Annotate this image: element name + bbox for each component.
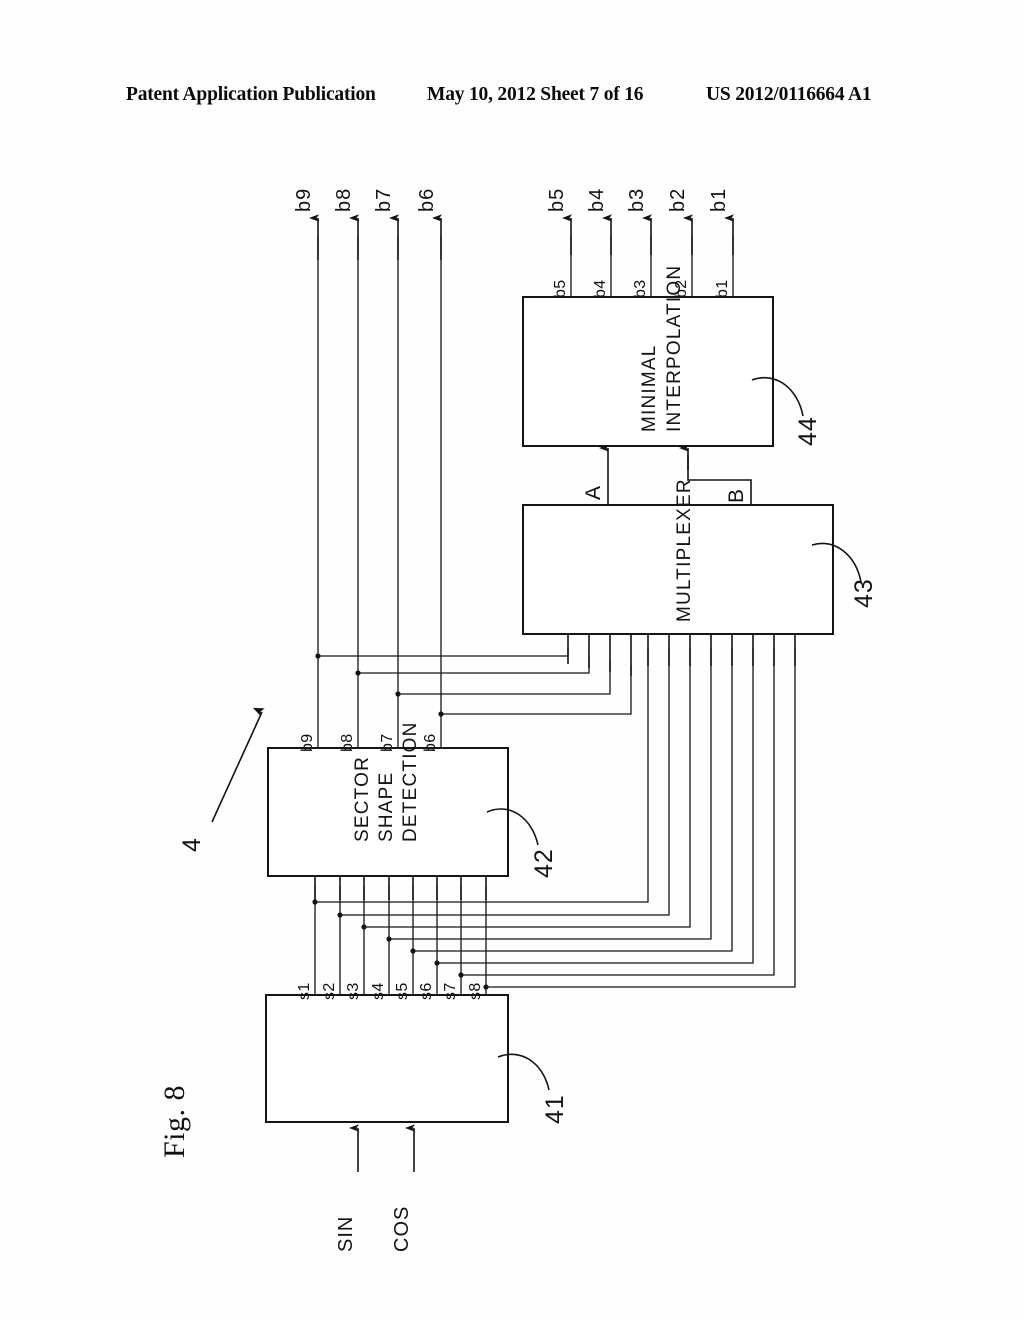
junction-s7 xyxy=(458,972,464,978)
block-43-ref: 43 xyxy=(850,578,878,608)
route-b9-to-mux xyxy=(318,648,569,657)
junction-s5 xyxy=(410,948,416,954)
junction-s3 xyxy=(361,924,367,930)
label-b4-lower: b4 xyxy=(592,279,609,298)
label-b7-lower: b7 xyxy=(379,733,396,752)
block-44-ref: 44 xyxy=(794,416,822,446)
system-ref-group: 4 xyxy=(178,707,265,852)
sin-input-label: SIN xyxy=(335,1216,357,1252)
block-42-title-line-1: SECTOR xyxy=(352,756,373,842)
label-s5: s5 xyxy=(394,982,411,1000)
sector-to-mux-routing xyxy=(315,626,632,717)
system-ref-number: 4 xyxy=(178,837,206,852)
junction-b6 xyxy=(438,711,444,717)
junction-b8 xyxy=(355,670,361,676)
label-b5-top: b5 xyxy=(546,188,568,212)
label-b8-lower: b8 xyxy=(339,733,356,752)
block-43-group[interactable]: MULTIPLEXER 43 xyxy=(522,478,878,635)
block-44-title-line-1: MINIMAL xyxy=(639,344,660,432)
block-41-rect[interactable] xyxy=(265,994,509,1123)
label-b2-lower: b2 xyxy=(673,279,690,298)
label-b9-top: b9 xyxy=(293,188,315,212)
label-b9-lower: b9 xyxy=(299,733,316,752)
label-s3: s3 xyxy=(345,982,362,1000)
label-b1-lower: b1 xyxy=(714,279,731,298)
system-ref-leader xyxy=(211,707,265,823)
block-42-ref: 42 xyxy=(530,848,558,878)
label-s2: s2 xyxy=(321,982,338,1000)
label-s4: s4 xyxy=(370,982,387,1000)
sensor-signal-bus: s1 s2 s3 s4 s5 s6 s7 s8 xyxy=(296,866,487,1000)
junction-s2 xyxy=(337,912,343,918)
cos-input-label: COS xyxy=(391,1206,413,1252)
route-b7-to-mux xyxy=(398,660,611,695)
junction-s8 xyxy=(483,984,489,990)
label-b5-lower: b5 xyxy=(552,279,569,298)
block-41-inputs: SIN COS xyxy=(335,1124,415,1252)
block-diagram: 41 SIN COS s1 s2 s3 s4 s5 s6 s7 s8 SECTO… xyxy=(178,188,878,1252)
junction-s6 xyxy=(434,960,440,966)
label-s7: s7 xyxy=(442,982,459,1000)
label-b3-lower: b3 xyxy=(632,279,649,298)
label-b8-top: b8 xyxy=(333,188,355,212)
route-b8-to-mux xyxy=(358,655,590,674)
label-b1-top: b1 xyxy=(708,188,730,212)
junction-s1 xyxy=(312,899,318,905)
interp-output-bus: b5 b5 b4 b4 b3 b3 b2 b2 b1 b1 xyxy=(546,188,734,298)
label-b6-lower: b6 xyxy=(422,733,439,752)
label-b2-top: b2 xyxy=(667,188,689,212)
label-s1: s1 xyxy=(296,982,313,1000)
label-B: B xyxy=(725,489,748,503)
label-b3-top: b3 xyxy=(626,188,648,212)
label-b7-top: b7 xyxy=(373,188,395,212)
route-s8-to-mux xyxy=(486,648,796,988)
block-42-title-line-3: DETECTION xyxy=(400,721,421,842)
block-41-ref: 41 xyxy=(541,1094,569,1124)
label-b4-top: b4 xyxy=(586,188,608,212)
mux-to-interp-routing: A B xyxy=(582,444,752,505)
label-s8: s8 xyxy=(467,982,484,1000)
label-b6-top: b6 xyxy=(416,188,438,212)
label-s6: s6 xyxy=(418,982,435,1000)
patent-figure-page: Patent Application Publication May 10, 2… xyxy=(0,0,1024,1320)
label-A: A xyxy=(582,486,605,500)
sector-output-bus: b9 b9 b8 b8 b7 b7 b6 b6 xyxy=(293,188,442,752)
junction-s4 xyxy=(386,936,392,942)
block-43-title: MULTIPLEXER xyxy=(674,478,695,622)
junction-b9 xyxy=(315,653,321,659)
block-42-title-line-2: SHAPE xyxy=(376,772,397,842)
block-41-group[interactable]: 41 xyxy=(265,994,569,1124)
junction-b7 xyxy=(395,691,401,697)
